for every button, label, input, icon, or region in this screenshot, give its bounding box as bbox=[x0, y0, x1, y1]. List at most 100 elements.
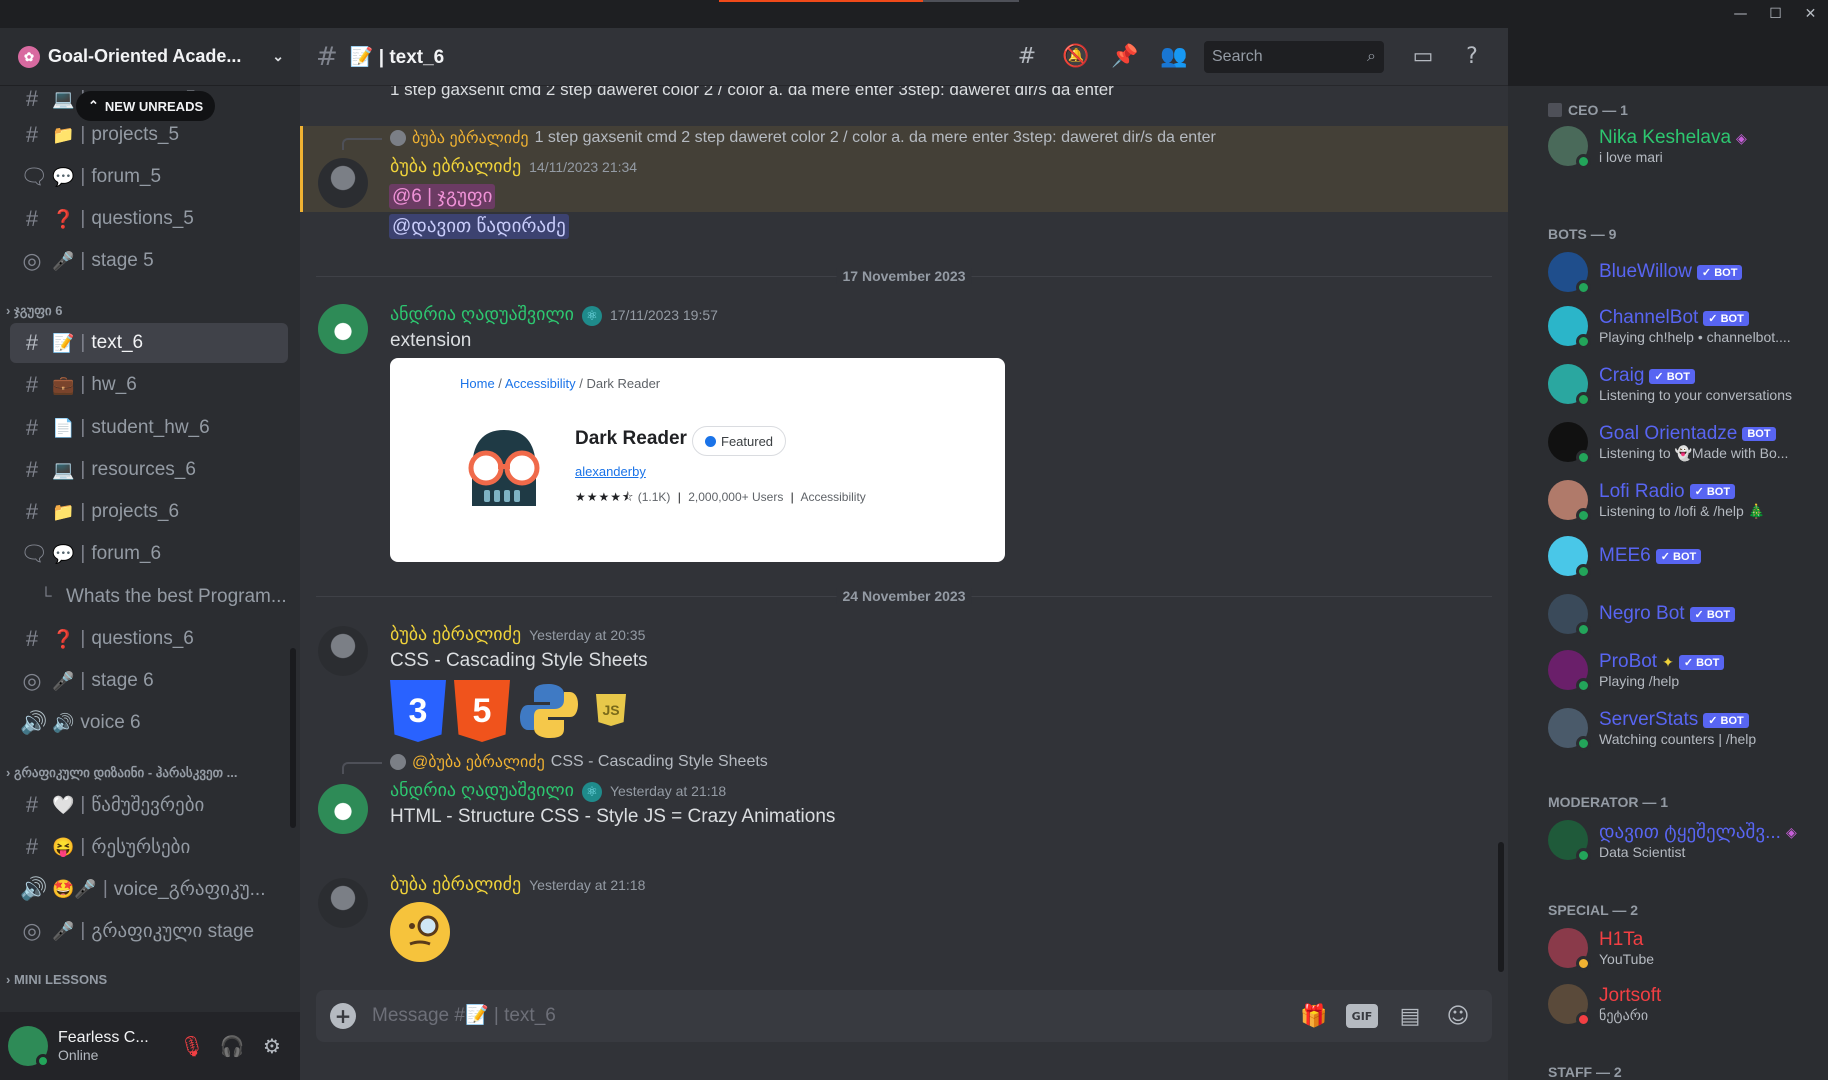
message-author[interactable]: ბუბა ებრალიძე bbox=[390, 624, 521, 645]
channel-projects-5[interactable]: # 📁 | projects_5 bbox=[10, 115, 288, 155]
sticker-icon[interactable]: ▤ bbox=[1390, 996, 1430, 1036]
avatar[interactable] bbox=[318, 784, 368, 834]
message-timestamp: Yesterday at 20:35 bbox=[529, 627, 646, 643]
channel-questions-5[interactable]: # ❓ | questions_5 bbox=[10, 199, 288, 239]
channel-forum-6[interactable]: 🗨 💬 | forum_6 bbox=[10, 534, 288, 574]
member-item[interactable]: დავით ტყეშელაშვ... ◈ Data Scientist bbox=[1548, 816, 1820, 864]
category-graphic-design[interactable]: › გრაფიკული დიზაინი - ჰარასკვეთ ... bbox=[6, 765, 238, 781]
channel-questions-6[interactable]: # ❓ | questions_6 bbox=[10, 619, 288, 659]
message-author[interactable]: ბუბა ებრალიძე bbox=[390, 874, 521, 895]
channel-name: text_6 bbox=[91, 332, 144, 353]
message-author[interactable]: ანდრია ღადუაშვილი bbox=[390, 304, 574, 325]
member-item[interactable]: ChannelBot ✓ BOT Playing ch!help • channel… bbox=[1548, 302, 1820, 350]
bot-tag: ✓ BOT bbox=[1689, 484, 1736, 499]
channel-name: წამუშევრები bbox=[91, 794, 205, 816]
avatar[interactable] bbox=[318, 626, 368, 676]
channel-projects-6[interactable]: # 📁 | projects_6 bbox=[10, 492, 288, 532]
gif-button[interactable]: GIF bbox=[1342, 996, 1382, 1036]
member-list-icon[interactable]: 👥 bbox=[1154, 37, 1194, 77]
python-icon[interactable] bbox=[518, 680, 580, 742]
thread-best-program[interactable]: └ Whats the best Program... bbox=[10, 577, 288, 617]
member-item[interactable]: Nika Keshelava ◈ i love mari bbox=[1548, 122, 1820, 170]
channel-stage-design[interactable]: ◎ 🎤 | გრაფიკული stage bbox=[10, 911, 288, 951]
message-author[interactable]: ანდრია ღადუაშვილი bbox=[390, 780, 574, 801]
maximize-button[interactable]: ☐ bbox=[1758, 0, 1793, 28]
gift-icon[interactable]: 🎁 bbox=[1294, 996, 1334, 1036]
channel-emoji: 🤍 bbox=[52, 794, 75, 815]
bot-tag: ✓ BOT bbox=[1689, 606, 1736, 622]
channel-sidebar: ✿ Goal-Oriented Acade... ⌄ ⌃ NEW UNREADS… bbox=[0, 28, 300, 1080]
channel-student-hw-6[interactable]: # 📄 | student_hw_6 bbox=[10, 408, 288, 448]
channel-forum-5[interactable]: 🗨 💬 | forum_5 bbox=[10, 157, 288, 197]
user-avatar[interactable] bbox=[8, 1026, 50, 1068]
close-window-button[interactable]: ✕ bbox=[1793, 0, 1828, 28]
channel-name: forum_6 bbox=[91, 543, 162, 564]
category-mini-lessons[interactable]: › MINI LESSONS bbox=[6, 972, 107, 987]
member-item[interactable]: Lofi Radio ✓ BOT Listening to /lofi & /hel… bbox=[1548, 476, 1820, 524]
channel-resources-design[interactable]: # 😝 | რესურსები bbox=[10, 827, 288, 867]
css3-icon[interactable]: 3 bbox=[390, 680, 446, 742]
channel-text-6[interactable]: # 📝 | text_6 bbox=[10, 323, 288, 363]
sidebar-scrollbar[interactable] bbox=[290, 648, 296, 828]
threads-icon[interactable]: # bbox=[1007, 37, 1047, 77]
reply-preview[interactable]: ბუბა ებრალიძე 1 step gaxsenit cmd 2 step… bbox=[390, 128, 1216, 148]
new-unreads-pill[interactable]: ⌃ NEW UNREADS bbox=[76, 91, 216, 121]
minimize-button[interactable]: — bbox=[1723, 0, 1758, 28]
message-author[interactable]: ბუბა ებრალიძე bbox=[390, 156, 521, 177]
message-input[interactable] bbox=[372, 990, 1286, 1042]
gear-icon[interactable]: ⚙ bbox=[252, 1026, 292, 1066]
forum-icon: 🗨 bbox=[20, 164, 48, 189]
html5-icon[interactable]: 5 bbox=[454, 680, 510, 742]
channel-name: projects_5 bbox=[91, 124, 180, 145]
notification-bell-muted-icon[interactable]: 🔕 bbox=[1056, 37, 1096, 77]
avatar[interactable] bbox=[318, 304, 368, 354]
channel-name: projects_6 bbox=[91, 501, 180, 522]
reply-preview[interactable]: @ბუბა ებრალიძე CSS - Cascading Style She… bbox=[390, 752, 768, 772]
add-attachment-button[interactable]: + bbox=[330, 1003, 356, 1029]
member-group-ceo: CEO — 1 bbox=[1548, 102, 1628, 118]
category-group-6[interactable]: › ჯგუფი 6 bbox=[6, 303, 63, 319]
member-item[interactable]: H1Ta YouTube bbox=[1548, 924, 1820, 972]
member-item[interactable]: MEE6 ✓ BOT bbox=[1548, 532, 1820, 580]
member-item[interactable]: Negro Bot ✓ BOT bbox=[1548, 590, 1820, 638]
hash-icon: # bbox=[25, 86, 39, 111]
thread-branch-icon: └ bbox=[40, 588, 52, 605]
role-mention[interactable]: @6 | ჯგუფი bbox=[389, 184, 496, 209]
mute-microphone-icon[interactable]: 🎙 bbox=[172, 1026, 212, 1066]
channel-hw-6[interactable]: # 💼 | hw_6 bbox=[10, 365, 288, 405]
member-item[interactable]: Jortsoft ნეტარი bbox=[1548, 980, 1820, 1028]
user-panel: Fearless C... Online 🎙 🎧 ⚙ bbox=[0, 1012, 300, 1080]
image-attachment[interactable]: Home / Accessibility / Dark Reader Dark … bbox=[390, 358, 1005, 562]
channel-resources-6[interactable]: # 💻 | resources_6 bbox=[10, 450, 288, 490]
avatar[interactable] bbox=[318, 158, 368, 208]
emoji-picker-icon[interactable]: ☺ bbox=[1438, 996, 1478, 1036]
user-info[interactable]: Fearless C... Online bbox=[58, 1029, 172, 1063]
channel-voice-6[interactable]: 🔊 🔊 voice 6 bbox=[10, 703, 288, 743]
title-bar: — ☐ ✕ bbox=[0, 0, 1828, 28]
chat-scrollbar[interactable] bbox=[1498, 842, 1504, 972]
channel-works[interactable]: # 🤍 | წამუშევრები bbox=[10, 785, 288, 825]
pin-icon[interactable]: 📌 bbox=[1105, 37, 1145, 77]
headphones-icon[interactable]: 🎧 bbox=[212, 1026, 252, 1066]
member-item[interactable]: BlueWillow ✓ BOT bbox=[1548, 248, 1820, 296]
user-mention[interactable]: @დავით წადირაძე bbox=[389, 214, 569, 239]
member-name: Nika Keshelava bbox=[1599, 127, 1732, 148]
javascript-icon[interactable]: JS bbox=[596, 694, 626, 726]
member-item[interactable]: Craig ✓ BOT Listening to your conversation… bbox=[1548, 360, 1820, 408]
help-icon[interactable]: ? bbox=[1452, 37, 1492, 77]
member-item[interactable]: Goal Orientadze BOT Listening to 👻Made wit… bbox=[1548, 418, 1820, 466]
search-input[interactable]: Search ⌕ bbox=[1204, 40, 1384, 73]
member-item[interactable]: ProBot ✦ ✓ BOT Playing /help bbox=[1548, 646, 1820, 694]
status-dot bbox=[1576, 622, 1591, 637]
breadcrumb-current: / Dark Reader bbox=[575, 376, 661, 391]
channel-voice-design[interactable]: 🔊 🤩🎤 | voice_გრაფიკუ... bbox=[10, 869, 288, 909]
message-timestamp: Yesterday at 21:18 bbox=[609, 783, 727, 799]
member-item[interactable]: ServerStats ✓ BOT Watching counters | /hel… bbox=[1548, 704, 1820, 752]
channel-stage-5[interactable]: ◎ 🎤 | stage 5 bbox=[10, 241, 288, 281]
channel-stage-6[interactable]: ◎ 🎤 | stage 6 bbox=[10, 661, 288, 701]
guild-header[interactable]: ✿ Goal-Oriented Acade... ⌄ bbox=[0, 28, 300, 86]
avatar[interactable] bbox=[318, 878, 368, 928]
inbox-icon[interactable]: ▭ bbox=[1403, 37, 1443, 77]
channel-title: 📝 | text_6 bbox=[349, 46, 445, 68]
channel-name: voice 6 bbox=[80, 712, 141, 733]
